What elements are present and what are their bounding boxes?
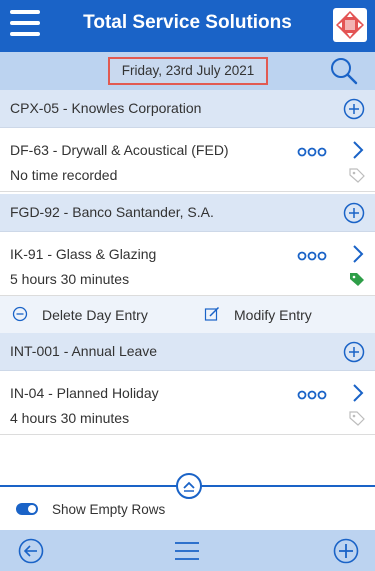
group-label: FGD-92 - Banco Santander, S.A. xyxy=(10,204,214,220)
entry-time: 4 hours 30 minutes xyxy=(10,410,130,426)
edit-icon xyxy=(204,306,220,321)
entry-time: No time recorded xyxy=(10,167,118,183)
more-options-icon[interactable] xyxy=(297,387,327,400)
more-options-icon[interactable] xyxy=(297,248,327,261)
chevron-right-icon[interactable] xyxy=(351,244,365,264)
entry-actions-row: Delete Day Entry Modify Entry xyxy=(0,296,375,334)
more-options-icon[interactable] xyxy=(297,144,327,157)
date-selector[interactable]: Friday, 23rd July 2021 xyxy=(108,57,268,85)
add-circle-icon[interactable] xyxy=(343,202,365,224)
list-menu-icon[interactable] xyxy=(174,539,200,563)
app-logo-icon[interactable] xyxy=(333,8,367,42)
back-arrow-icon[interactable] xyxy=(18,538,44,564)
add-circle-icon[interactable] xyxy=(343,341,365,363)
entry-label: IK-91 - Glass & Glazing xyxy=(10,246,157,262)
add-circle-icon[interactable] xyxy=(343,98,365,120)
entry-row[interactable]: DF-63 - Drywall & Acoustical (FED) No ti… xyxy=(0,130,375,192)
group-label: INT-001 - Annual Leave xyxy=(10,343,158,359)
search-icon[interactable] xyxy=(329,56,359,86)
add-circle-icon[interactable] xyxy=(333,538,359,564)
chevron-right-icon[interactable] xyxy=(351,383,365,403)
entry-label: DF-63 - Drywall & Acoustical (FED) xyxy=(10,142,229,158)
group-row[interactable]: INT-001 - Annual Leave xyxy=(0,333,375,371)
tag-icon xyxy=(349,271,365,287)
minus-circle-icon xyxy=(12,306,28,322)
group-label: CPX-05 - Knowles Corporation xyxy=(10,100,202,116)
bottom-toolbar xyxy=(0,530,375,571)
app-header: Total Service Solutions xyxy=(0,0,375,52)
app-title: Total Service Solutions xyxy=(83,12,292,33)
group-row[interactable]: FGD-92 - Banco Santander, S.A. xyxy=(0,194,375,232)
tag-icon xyxy=(349,410,365,426)
tag-icon xyxy=(349,167,365,183)
show-empty-rows-label: Show Empty Rows xyxy=(52,502,166,517)
modify-entry-label: Modify Entry xyxy=(234,307,312,323)
show-empty-rows-toggle[interactable] xyxy=(16,503,38,515)
show-empty-rows-row: Show Empty Rows xyxy=(0,494,375,530)
date-bar: Friday, 23rd July 2021 xyxy=(0,52,375,90)
entry-label: IN-04 - Planned Holiday xyxy=(10,385,159,401)
entry-row[interactable]: IK-91 - Glass & Glazing 5 hours 30 minut… xyxy=(0,234,375,296)
delete-day-entry-label: Delete Day Entry xyxy=(42,307,148,323)
chevron-right-icon[interactable] xyxy=(351,140,365,160)
entry-row[interactable]: IN-04 - Planned Holiday 4 hours 30 minut… xyxy=(0,373,375,435)
hamburger-icon[interactable] xyxy=(10,10,40,38)
entry-time: 5 hours 30 minutes xyxy=(10,271,130,287)
group-row[interactable]: CPX-05 - Knowles Corporation xyxy=(0,90,375,128)
